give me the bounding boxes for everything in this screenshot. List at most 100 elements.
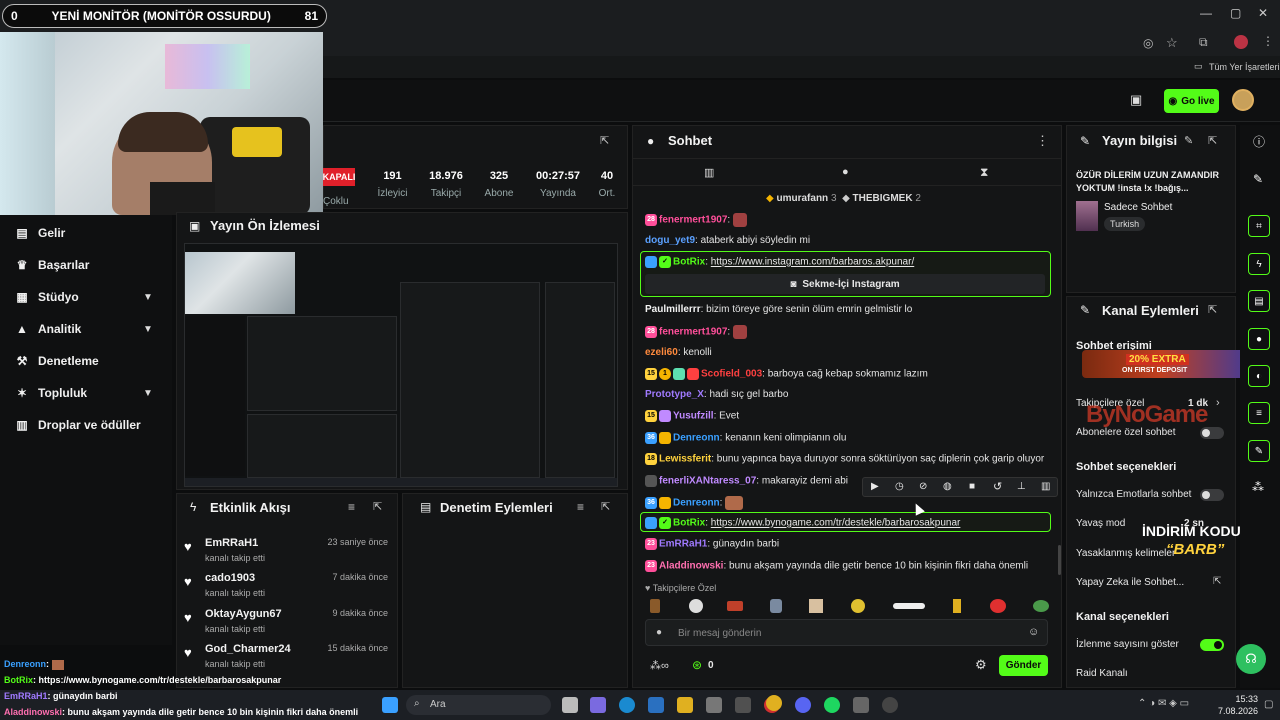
sidebar-item-basarilar[interactable]: ♛ Başarılar bbox=[16, 258, 90, 272]
pencil-icon[interactable]: ✎ bbox=[1253, 172, 1263, 186]
extensions-icon[interactable]: ⧉ bbox=[1199, 35, 1208, 50]
emote-icon[interactable] bbox=[893, 603, 925, 609]
play-icon[interactable]: ▶ bbox=[871, 481, 879, 492]
clock-icon[interactable]: ◷ bbox=[895, 481, 904, 492]
trash-icon[interactable]: ▥ bbox=[704, 166, 714, 179]
popout-icon[interactable]: ⇱ bbox=[600, 134, 609, 147]
task-view-icon[interactable] bbox=[562, 697, 578, 713]
document-icon: ▤ bbox=[420, 500, 432, 514]
filter-icon[interactable]: ≡ bbox=[348, 500, 355, 514]
emote-icon[interactable] bbox=[809, 599, 823, 613]
reply-icon[interactable]: ◍ bbox=[943, 481, 952, 492]
all-bookmarks[interactable]: Tüm Yer İşaretleri bbox=[1209, 62, 1280, 72]
popout-icon[interactable]: ⇱ bbox=[373, 500, 382, 513]
more-options-icon[interactable]: ⋮ bbox=[1036, 133, 1049, 149]
edit-icon[interactable]: ✎ bbox=[1184, 134, 1193, 147]
emote-icon[interactable] bbox=[990, 599, 1006, 613]
rail-button-document[interactable]: ▤ bbox=[1248, 290, 1270, 312]
chat-input[interactable]: ● Bir mesaj gönderin ☺ bbox=[645, 619, 1048, 646]
avatar[interactable] bbox=[1232, 89, 1254, 111]
emote-icon[interactable] bbox=[770, 599, 782, 613]
sidebar-item-analitik[interactable]: ▲ Analitik bbox=[16, 322, 81, 336]
raid-channel-label[interactable]: Raid Kanalı bbox=[1076, 668, 1128, 679]
chat-settings-icon[interactable]: ● bbox=[842, 166, 849, 178]
close-icon[interactable]: ✕ bbox=[1258, 6, 1268, 20]
hourglass-icon[interactable]: ⧗ bbox=[980, 165, 988, 180]
star-icon[interactable]: ☆ bbox=[1166, 35, 1178, 51]
emote-icon[interactable] bbox=[1033, 600, 1049, 612]
tag-badge[interactable]: Turkish bbox=[1104, 217, 1146, 231]
theater-mode-icon[interactable]: ▣ bbox=[1130, 92, 1142, 108]
community-icon[interactable]: ⁂∞ bbox=[650, 659, 669, 672]
emote-icon[interactable] bbox=[727, 601, 743, 611]
emote-icon[interactable] bbox=[953, 599, 961, 613]
mute-icon[interactable]: ⊘ bbox=[919, 481, 927, 492]
sidebar-item-studyo[interactable]: ▦ Stüdyo bbox=[16, 290, 78, 304]
sidebar-item-denetleme[interactable]: ⚒ Denetleme bbox=[16, 354, 99, 368]
filter-icon[interactable]: ≡ bbox=[577, 500, 584, 514]
points-icon[interactable]: ⊛ bbox=[692, 658, 702, 672]
support-button[interactable]: ☊ bbox=[1236, 644, 1266, 674]
rail-button-audio[interactable]: ◐ bbox=[1248, 365, 1270, 387]
copilot-icon[interactable] bbox=[590, 697, 606, 713]
rail-button-scan[interactable]: ⌗ bbox=[1248, 215, 1270, 237]
ai-chat-label[interactable]: Yapay Zeka ile Sohbet... bbox=[1076, 577, 1184, 588]
emote-icon[interactable] bbox=[851, 599, 865, 613]
instagram-button[interactable]: ◙ Sekme-İçi Instagram bbox=[645, 274, 1045, 294]
notification-icon[interactable]: ▢ bbox=[1264, 699, 1273, 710]
instagram-link[interactable]: https://www.instagram.com/barbaros.akpun… bbox=[711, 257, 914, 268]
outlook-icon[interactable] bbox=[648, 697, 664, 713]
settings-icon[interactable] bbox=[853, 697, 869, 713]
popout-icon[interactable]: ⇱ bbox=[1208, 134, 1217, 147]
stream-preview-video[interactable] bbox=[184, 243, 618, 487]
chrome-icon[interactable] bbox=[766, 695, 782, 711]
popout-icon[interactable]: ⇱ bbox=[601, 500, 610, 513]
menu-icon[interactable]: ⋮ bbox=[1262, 34, 1274, 48]
edge-icon[interactable] bbox=[619, 697, 635, 713]
trash-icon[interactable]: ▥ bbox=[1041, 481, 1050, 492]
show-viewers-toggle[interactable] bbox=[1200, 639, 1224, 651]
sidebar-item-gelir[interactable]: ▤ Gelir bbox=[16, 226, 65, 240]
pin-icon[interactable]: ⊥ bbox=[1017, 481, 1026, 492]
tray-icons[interactable]: ⌃ ◑ ✉ ◈ ▭ bbox=[1138, 698, 1189, 709]
chat-scrollbar[interactable] bbox=[1058, 545, 1061, 575]
emote-icon[interactable] bbox=[650, 599, 660, 613]
gear-icon[interactable]: ⚙ bbox=[975, 657, 987, 673]
emote-icon[interactable] bbox=[689, 599, 703, 613]
rail-button-lightning[interactable]: ϟ bbox=[1248, 253, 1270, 275]
delete-icon[interactable]: ■ bbox=[969, 481, 975, 492]
emotes-only-toggle[interactable] bbox=[1200, 489, 1224, 501]
info-icon[interactable]: ⓘ bbox=[1253, 133, 1265, 150]
chevron-down-icon[interactable]: ▼ bbox=[143, 388, 153, 399]
rail-button-tools[interactable]: ✎ bbox=[1248, 440, 1270, 462]
maximize-icon[interactable]: ▢ bbox=[1230, 6, 1241, 20]
app-icon[interactable] bbox=[882, 697, 898, 713]
taskbar-search[interactable]: ⌕ Ara bbox=[406, 695, 551, 715]
file-explorer-icon[interactable] bbox=[677, 697, 693, 713]
rail-button-list[interactable]: ≡ bbox=[1248, 402, 1270, 424]
go-live-button[interactable]: ◉ Go live bbox=[1164, 89, 1219, 113]
bynogame-link[interactable]: https://www.bynogame.com/tr/destekle/bar… bbox=[711, 518, 961, 529]
send-button[interactable]: Gönder bbox=[999, 655, 1048, 676]
emoji-icon[interactable]: ☺ bbox=[1028, 626, 1039, 638]
rail-button-chat[interactable]: ● bbox=[1248, 328, 1270, 350]
discord-icon[interactable] bbox=[795, 697, 811, 713]
app-icon[interactable] bbox=[735, 697, 751, 713]
windows-start-icon[interactable] bbox=[382, 697, 398, 713]
minimize-icon[interactable]: — bbox=[1200, 6, 1212, 20]
spotify-icon[interactable] bbox=[824, 697, 840, 713]
sidebar-item-topluluk[interactable]: ✶ Topluluk bbox=[16, 386, 87, 400]
external-link-icon[interactable]: ⇱ bbox=[1213, 576, 1221, 587]
eye-off-icon[interactable]: ◎ bbox=[1143, 36, 1153, 50]
category-name[interactable]: Sadece Sohbet bbox=[1104, 202, 1172, 213]
banned-words-label[interactable]: Yasaklanmış kelimeler bbox=[1076, 548, 1175, 559]
chevron-right-icon[interactable]: › bbox=[1216, 397, 1220, 409]
undo-icon[interactable]: ↺ bbox=[993, 480, 1002, 493]
chevron-down-icon[interactable]: ▼ bbox=[143, 292, 153, 303]
app-icon[interactable] bbox=[706, 697, 722, 713]
sidebar-item-droplar[interactable]: ▥ Droplar ve ödüller bbox=[16, 418, 140, 432]
popout-icon[interactable]: ⇱ bbox=[1208, 303, 1217, 316]
community-icon[interactable]: ⁂ bbox=[1252, 480, 1264, 494]
chevron-down-icon[interactable]: ▼ bbox=[143, 324, 153, 335]
profile-icon[interactable] bbox=[1234, 35, 1248, 49]
